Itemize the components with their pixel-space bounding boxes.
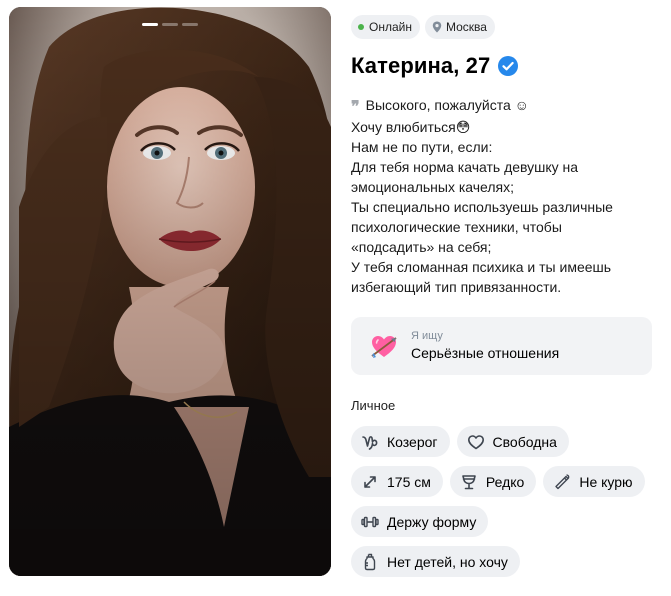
name-row: Катерина, 27 bbox=[351, 51, 656, 81]
tag-smoking[interactable]: Не курю bbox=[543, 466, 645, 497]
pager-dot[interactable] bbox=[162, 23, 178, 26]
profile-card: Онлайн Москва Катерина, 27 ❞ Высокого, по… bbox=[0, 0, 671, 596]
dumbbell-icon bbox=[361, 513, 379, 531]
tag-children[interactable]: Нет детей, но хочу bbox=[351, 546, 520, 577]
online-dot-icon bbox=[358, 24, 364, 30]
quote-icon: ❞ bbox=[351, 97, 360, 116]
portrait-image bbox=[9, 7, 331, 576]
tag-alcohol[interactable]: Редко bbox=[449, 466, 537, 497]
heart-icon bbox=[467, 433, 485, 451]
bio-line: эмоциональных качелях; bbox=[351, 179, 515, 195]
bio-line: ❞ Высокого, пожалуйста ☺ bbox=[351, 97, 529, 116]
status-chips: Онлайн Москва bbox=[351, 15, 656, 39]
tag-zodiac[interactable]: Козерог bbox=[351, 426, 450, 457]
profile-photo[interactable] bbox=[9, 7, 331, 576]
bio-text: ❞ Высокого, пожалуйста ☺ Хочу влюбиться😳 … bbox=[351, 95, 656, 297]
looking-for-card: Я ищу Серьёзные отношения bbox=[351, 317, 652, 375]
online-label: Онлайн bbox=[369, 20, 412, 34]
profile-name: Катерина, 27 bbox=[351, 53, 491, 78]
no-smoking-icon bbox=[553, 473, 571, 491]
online-badge: Онлайн bbox=[351, 15, 420, 39]
profile-info: Онлайн Москва Катерина, 27 ❞ Высокого, по… bbox=[351, 15, 656, 577]
bio-line: У тебя сломанная психика и ты имеешь bbox=[351, 259, 612, 275]
verified-icon bbox=[498, 56, 519, 76]
bio-line: Для тебя норма качать девушку на bbox=[351, 159, 579, 175]
pager-dot-active[interactable] bbox=[142, 23, 158, 26]
baby-bottle-icon bbox=[361, 553, 379, 571]
looking-for-value: Серьёзные отношения bbox=[411, 345, 560, 361]
tag-fitness[interactable]: Держу форму bbox=[351, 506, 489, 537]
personal-tags: Козерог Свободна 175 см Редко Не курю Де… bbox=[351, 426, 656, 577]
location-pin-icon bbox=[432, 21, 442, 33]
tag-height[interactable]: 175 см bbox=[351, 466, 443, 497]
bio-line: Ты специально используешь различные bbox=[351, 199, 613, 215]
bio-line: избегающий тип привязанности. bbox=[351, 279, 562, 295]
zodiac-capricorn-icon bbox=[361, 433, 379, 451]
height-icon bbox=[361, 473, 379, 491]
tag-relationship[interactable]: Свободна bbox=[456, 426, 569, 457]
looking-for-text: Я ищу Серьёзные отношения bbox=[411, 329, 559, 363]
section-title-personal: Личное bbox=[351, 398, 396, 413]
bio-line: Хочу влюбиться😳 bbox=[351, 119, 471, 135]
pager-dot[interactable] bbox=[182, 23, 198, 26]
bio-line: «подсадить» на себя; bbox=[351, 239, 492, 255]
city-badge: Москва bbox=[424, 15, 495, 39]
city-label: Москва bbox=[445, 20, 487, 34]
drink-glass-icon bbox=[460, 473, 478, 491]
bio-line: Нам не по пути, если: bbox=[351, 139, 493, 155]
bio-line: психологические техники, чтобы bbox=[351, 219, 562, 235]
heart-arrow-icon bbox=[369, 331, 399, 361]
photo-pager bbox=[142, 23, 198, 26]
looking-for-label: Я ищу bbox=[411, 330, 443, 342]
